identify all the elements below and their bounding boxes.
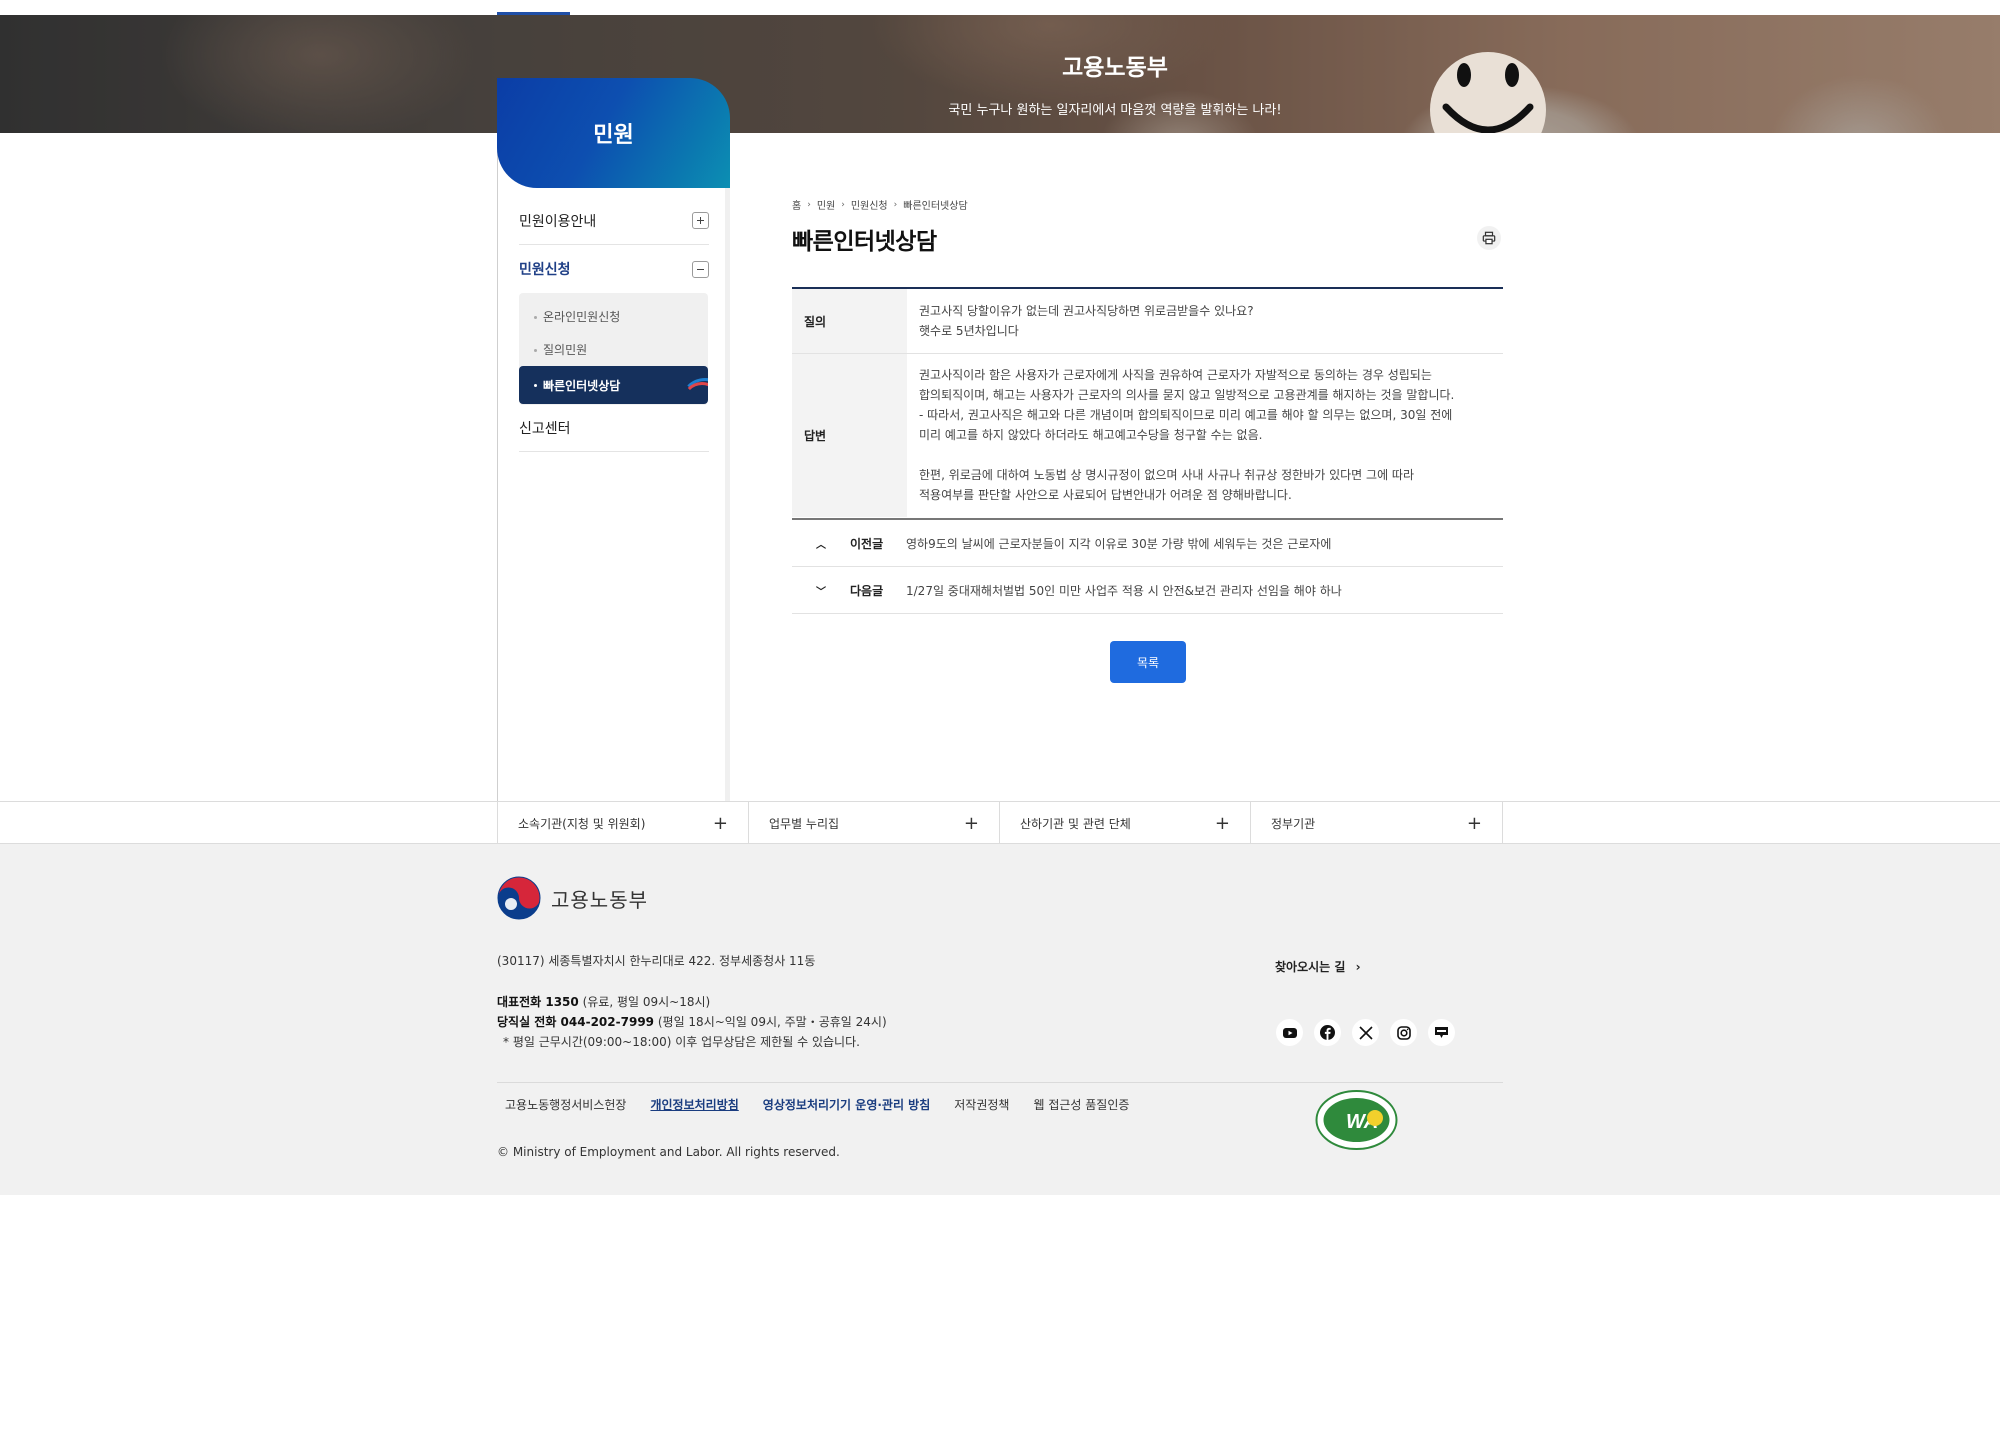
related-label: 정부기관	[1271, 817, 1316, 831]
list-button[interactable]: 목록	[1110, 641, 1186, 683]
banner-subtitle: 국민 누구나 원하는 일자리에서 마음껏 역량을 발휘하는 나라!	[948, 103, 1282, 118]
footer-link-charter[interactable]: 고용노동행정서비스헌장	[505, 1096, 626, 1113]
answer-line: 적용여부를 판단할 사안으로 사료되어 답변안내가 어려운 점 양해바랍니다.	[919, 488, 1292, 502]
page-title: 빠른인터넷상담	[792, 229, 937, 255]
related-subsidiary[interactable]: 산하기관 및 관련 단체 +	[999, 802, 1250, 845]
chevron-down-icon: ﹀	[816, 586, 826, 598]
plus-icon: +	[1214, 813, 1230, 834]
related-label: 산하기관 및 관련 단체	[1020, 817, 1131, 831]
sidebar-shadow	[725, 188, 730, 802]
facebook-icon[interactable]	[1314, 1019, 1341, 1046]
footer-link-accessibility[interactable]: 웹 접근성 품질인증	[1033, 1096, 1129, 1113]
sidebar-item-label: 민원신청	[519, 262, 571, 278]
sidebar-subitem-inquiry[interactable]: 질의민원	[534, 341, 587, 358]
answer-line: 한편, 위로금에 대하여 노동법 상 명시규정이 없으며 사내 사규나 취규상 …	[919, 468, 1415, 482]
answer-line: 권고사직이라 함은 사용자가 근로자에게 사직을 권유하여 근로자가 자발적으로…	[919, 368, 1432, 382]
related-label: 소속기관(지청 및 위원회)	[518, 817, 646, 831]
collapse-icon[interactable]	[692, 260, 709, 278]
breadcrumb-home[interactable]: 홈	[792, 197, 801, 212]
related-affiliated[interactable]: 소속기관(지청 및 위원회) +	[497, 802, 748, 845]
print-button[interactable]	[1477, 226, 1501, 250]
sidebar-heading: 민원	[497, 78, 730, 188]
breadcrumb: 홈 › 민원 › 민원신청 › 빠른인터넷상담	[792, 197, 968, 213]
sidebar-subitem-label: 빠른인터넷상담	[543, 378, 621, 393]
footer-links: 고용노동행정서비스헌장 개인정보처리방침 영상정보처리기기 운영·관리 방침 저…	[505, 1096, 1129, 1113]
breadcrumb-item[interactable]: 민원	[817, 197, 835, 212]
answer-line: 미리 예고를 하지 않았다 하더라도 해고예고수당을 청구할 수는 없음.	[919, 428, 1263, 442]
main-phone: 대표전화 1350	[497, 995, 579, 1009]
top-accent-line	[497, 12, 570, 15]
post-navigation: ︿ 이전글 영하9도의 날씨에 근로자분들이 지각 이유로 30분 가량 밖에 …	[792, 518, 1503, 614]
answer-row: 답변 권고사직이라 함은 사용자가 근로자에게 사직을 권유하여 근로자가 자발…	[792, 354, 1503, 517]
question-text: 권고사직 당할이유가 없는데 권고사직당하면 위로금받을수 있나요? 햇수로 5…	[907, 289, 1503, 353]
sidebar-item-guide[interactable]: 민원이용안내	[519, 197, 709, 245]
instagram-icon[interactable]	[1390, 1019, 1417, 1046]
footer-notice: * 평일 근무시간(09:00~18:00) 이후 업무상담은 제한될 수 있습…	[503, 1035, 860, 1049]
related-label: 업무별 누리집	[769, 817, 840, 831]
question-row: 질의 권고사직 당할이유가 없는데 권고사직당하면 위로금받을수 있나요? 햇수…	[792, 289, 1503, 354]
footer-logo[interactable]: 고용노동부	[497, 876, 648, 920]
answer-line: - 따라서, 권고사직은 해고와 다른 개념이며 합의퇴직이므로 미리 예고를 …	[919, 408, 1453, 422]
main-phone-note: (유료, 평일 09시~18시)	[582, 995, 711, 1009]
blog-icon[interactable]	[1428, 1019, 1455, 1046]
sidebar-item-application[interactable]: 민원신청	[519, 245, 709, 293]
footer-contact: 대표전화 1350 (유료, 평일 09시~18시) 당직실 전화 044-20…	[497, 992, 887, 1052]
footer-link-copyright[interactable]: 저작권정책	[954, 1096, 1009, 1113]
footer-link-privacy[interactable]: 개인정보처리방침	[650, 1096, 738, 1113]
top-bar	[0, 0, 2000, 15]
sidebar-item-label: 민원이용안내	[519, 213, 597, 230]
plus-icon: +	[1466, 813, 1482, 834]
related-sites-bar: 소속기관(지청 및 위원회) + 업무별 누리집 + 산하기관 및 관련 단체 + 정…	[0, 801, 2000, 845]
web-accessibility-mark: WA	[1314, 1088, 1399, 1152]
question-line: 햇수로 5년차입니다	[919, 324, 1019, 338]
copyright: © Ministry of Employment and Labor. All …	[497, 1145, 840, 1159]
night-phone-note: (평일 18시~익일 09시, 주말・공휴일 24시)	[657, 1015, 887, 1029]
taegeuk-logo-icon	[497, 876, 541, 920]
sidebar-item-report[interactable]: 신고센터	[519, 404, 709, 452]
print-icon	[1482, 231, 1496, 245]
footer	[0, 844, 2000, 1195]
chevron-up-icon: ︿	[816, 539, 826, 551]
question-line: 권고사직 당할이유가 없는데 권고사직당하면 위로금받을수 있나요?	[919, 304, 1254, 318]
next-post[interactable]: ﹀ 다음글 1/27일 중대재해처벌법 50인 미만 사업주 적용 시 안전&보…	[792, 567, 1503, 614]
footer-address: (30117) 세종특별자치시 한누리대로 422. 정부세종청사 11동	[497, 954, 816, 968]
prev-post[interactable]: ︿ 이전글 영하9도의 날씨에 근로자분들이 지각 이유로 30분 가량 밖에 …	[792, 520, 1503, 567]
sidebar-subitem-label: 질의민원	[543, 343, 588, 357]
qa-table: 질의 권고사직 당할이유가 없는데 권고사직당하면 위로금받을수 있나요? 햇수…	[792, 287, 1503, 517]
plus-icon: +	[712, 813, 728, 834]
footer-divider	[497, 1082, 1503, 1083]
breadcrumb-current: 빠른인터넷상담	[903, 201, 968, 212]
sidebar-subitem-fast-counsel[interactable]: 빠른인터넷상담	[519, 366, 708, 404]
directions-link[interactable]: 찾아오시는 길 ›	[1275, 958, 1361, 975]
social-links	[1276, 1019, 1455, 1046]
sidebar-border	[497, 135, 498, 802]
footer-logo-text: 고용노동부	[551, 887, 648, 912]
expand-icon[interactable]	[692, 212, 709, 229]
next-post-label: 다음글	[850, 583, 884, 598]
answer-line: 합의퇴직이며, 해고는 사용자가 근로자의 의사를 묻지 않고 일방적으로 고용…	[919, 388, 1455, 402]
question-label: 질의	[792, 289, 907, 353]
answer-label: 답변	[792, 354, 907, 517]
banner: 고용노동부 국민 누구나 원하는 일자리에서 마음껏 역량을 발휘하는 나라!	[0, 15, 2000, 133]
answer-text: 권고사직이라 함은 사용자가 근로자에게 사직을 권유하여 근로자가 자발적으로…	[907, 354, 1503, 517]
youtube-icon[interactable]	[1276, 1019, 1303, 1046]
related-government[interactable]: 정부기관 +	[1250, 802, 1503, 845]
sidebar-subitem-label: 온라인민원신청	[543, 310, 621, 324]
sidebar-item-label: 신고센터	[519, 420, 571, 437]
directions-label: 찾아오시는 길	[1275, 960, 1346, 974]
related-business[interactable]: 업무별 누리집 +	[748, 802, 999, 845]
night-phone: 당직실 전화 044-202-7999	[497, 1015, 655, 1029]
x-icon[interactable]	[1352, 1019, 1379, 1046]
next-post-title[interactable]: 1/27일 중대재해처벌법 50인 미만 사업주 적용 시 안전&보건 관리자 …	[906, 582, 1342, 599]
banner-title: 고용노동부	[1062, 55, 1168, 81]
breadcrumb-item[interactable]: 민원신청	[851, 197, 888, 212]
prev-post-title[interactable]: 영하9도의 날씨에 근로자분들이 지각 이유로 30분 가량 밖에 세워두는 것…	[906, 535, 1331, 552]
prev-post-label: 이전글	[850, 536, 884, 551]
chevron-right-icon: ›	[1355, 960, 1361, 974]
plus-icon: +	[963, 813, 979, 834]
footer-link-cctv-policy[interactable]: 영상정보처리기기 운영·관리 방침	[763, 1096, 930, 1113]
sidebar-subitem-online[interactable]: 온라인민원신청	[534, 308, 620, 325]
